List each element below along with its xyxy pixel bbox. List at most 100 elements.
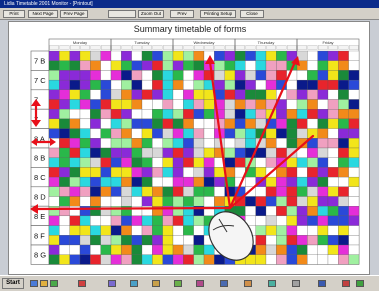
lesson-cell	[90, 235, 101, 246]
lesson-cell	[152, 128, 163, 139]
lesson-cell	[348, 157, 360, 168]
lesson-cell	[276, 147, 287, 158]
lesson-cell	[224, 138, 236, 149]
lesson-cell	[214, 157, 225, 168]
lesson-cell	[48, 60, 60, 71]
app-icon[interactable]	[50, 280, 58, 287]
prev-button[interactable]: Prev	[170, 10, 194, 18]
lesson-cell	[152, 147, 163, 158]
lesson-cell	[307, 70, 318, 81]
lesson-cell	[296, 225, 308, 236]
app-icon[interactable]	[196, 280, 204, 287]
lesson-cell	[183, 167, 194, 178]
lesson-cell	[327, 128, 339, 139]
print-button[interactable]: Print	[3, 10, 25, 18]
lesson-cell	[193, 167, 205, 178]
lesson-cell	[59, 99, 70, 110]
app-icon[interactable]	[220, 280, 228, 287]
lesson-cell	[121, 60, 132, 71]
tray-icon[interactable]	[342, 280, 350, 287]
period-header	[194, 45, 204, 50]
lesson-cell	[245, 235, 256, 246]
timetable-sheet: Summary timetable of forms Monday Tuesday…	[8, 21, 370, 275]
lesson-cell	[224, 244, 236, 255]
start-button[interactable]: Start	[2, 278, 24, 289]
app-icon[interactable]	[108, 280, 116, 287]
windows-taskbar: Start	[0, 275, 379, 291]
lesson-cell	[121, 99, 132, 110]
lesson-cell	[59, 225, 70, 236]
printing-setup-button[interactable]: Printing Setup	[200, 10, 236, 18]
lesson-cell	[203, 79, 215, 90]
lesson-cell	[172, 109, 184, 120]
app-icon[interactable]	[244, 280, 252, 287]
lesson-cell	[307, 60, 318, 71]
lesson-cell	[59, 109, 70, 120]
lesson-cell	[193, 70, 205, 81]
app-icon[interactable]	[130, 280, 138, 287]
close-button[interactable]: Close	[240, 10, 264, 18]
next-page-button[interactable]: Next Page	[28, 10, 58, 18]
lesson-cell	[90, 254, 101, 265]
lesson-cell	[172, 254, 184, 265]
lesson-cell	[152, 244, 163, 255]
tray-icon[interactable]	[356, 280, 364, 287]
lesson-cell	[214, 70, 225, 81]
lesson-cell	[234, 89, 246, 100]
app-icon[interactable]	[292, 280, 300, 287]
app-icon[interactable]	[318, 280, 326, 287]
lesson-cell	[276, 138, 287, 149]
lesson-cell	[348, 176, 360, 187]
lesson-cell	[224, 176, 236, 187]
lesson-cell	[79, 186, 91, 197]
lesson-cell	[59, 138, 70, 149]
lesson-cell	[121, 244, 132, 255]
lesson-cell	[152, 206, 163, 217]
lesson-cell	[255, 79, 267, 90]
lesson-cell	[265, 79, 277, 90]
lesson-cell	[152, 50, 163, 61]
zoom-out-button[interactable]: Zoom Out	[138, 10, 164, 18]
app-icon[interactable]	[174, 280, 182, 287]
lesson-cell	[193, 118, 205, 129]
blank-button[interactable]	[108, 10, 136, 18]
lesson-cell	[286, 167, 298, 178]
lesson-cell	[183, 244, 194, 255]
lesson-cell	[183, 215, 194, 226]
lesson-cell	[327, 235, 339, 246]
quick-launch-icon[interactable]	[30, 280, 38, 287]
lesson-cell	[172, 206, 184, 217]
lesson-cell	[327, 176, 339, 187]
lesson-cell	[69, 128, 81, 139]
lesson-cell	[110, 196, 122, 207]
app-icon[interactable]	[78, 280, 86, 287]
app-icon[interactable]	[152, 280, 160, 287]
lesson-cell	[162, 167, 174, 178]
lesson-cell	[224, 147, 236, 158]
lesson-cell	[183, 176, 194, 187]
lesson-cell	[110, 157, 122, 168]
period-header	[49, 45, 59, 50]
lesson-cell	[327, 89, 339, 100]
lesson-cell	[265, 206, 277, 217]
lesson-cell	[90, 138, 101, 149]
lesson-cell	[203, 215, 215, 226]
prev-page-button[interactable]: Prev Page	[60, 10, 88, 18]
day-header: Wednesday	[193, 40, 214, 45]
lesson-cell	[338, 89, 349, 100]
lesson-cell	[131, 157, 143, 168]
lesson-cell	[48, 196, 60, 207]
folder-icon[interactable]	[40, 280, 48, 287]
lesson-cell	[48, 167, 60, 178]
lesson-cell	[224, 186, 236, 197]
lesson-cell	[286, 60, 298, 71]
lesson-cell	[69, 176, 81, 187]
lesson-cell	[121, 157, 132, 168]
app-icon[interactable]	[268, 280, 276, 287]
lesson-cell	[110, 118, 122, 129]
lesson-cell	[327, 138, 339, 149]
lesson-cell	[59, 167, 70, 178]
lesson-cell	[131, 215, 143, 226]
lesson-cell	[224, 99, 236, 110]
lesson-cell	[131, 138, 143, 149]
